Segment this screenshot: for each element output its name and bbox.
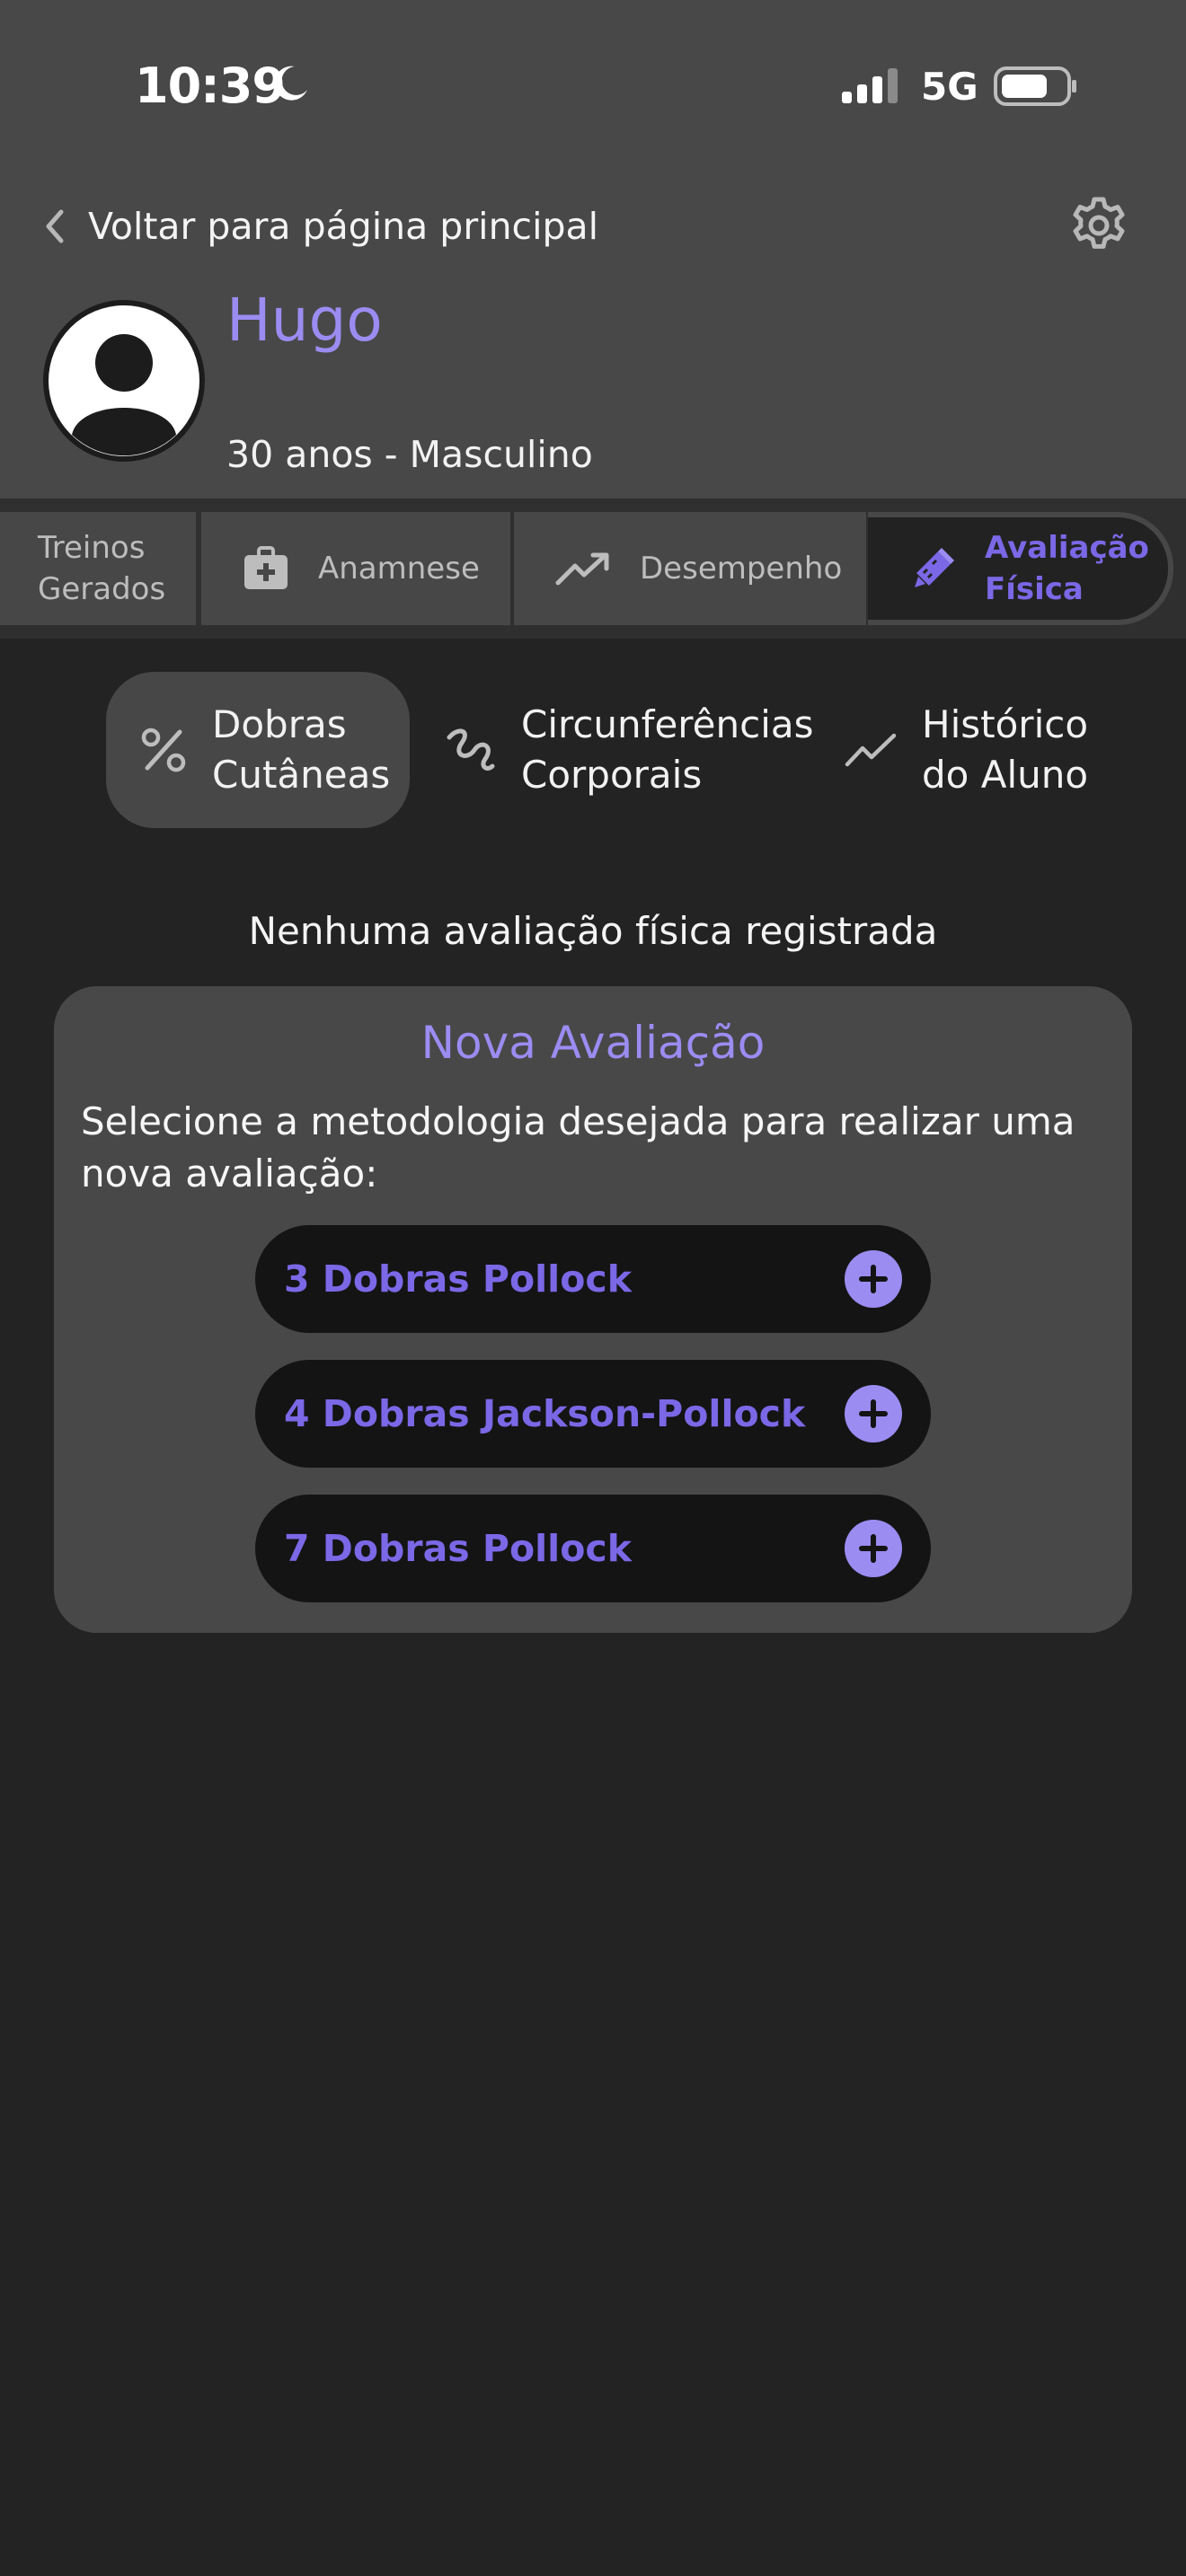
- avatar: [43, 300, 205, 462]
- trending-up-icon: [555, 552, 609, 586]
- tab-desempenho[interactable]: Desempenho: [514, 512, 866, 625]
- tab-bar: Treinos Gerados Anamnese Desempenho Aval…: [0, 498, 1186, 639]
- tab-label: Desempenho: [640, 551, 843, 587]
- subtab-label: Circunferências Corporais: [521, 702, 814, 797]
- subtab-bar: Dobras Cutâneas Circunferências Corporai…: [0, 672, 1186, 830]
- status-time: 10:39: [135, 57, 286, 114]
- header: 10:39 5G Voltar para página principal Hu…: [0, 0, 1186, 498]
- tab-label: Avaliação Física: [985, 530, 1149, 607]
- plus-circle-icon: [845, 1385, 902, 1442]
- tab-anamnese[interactable]: Anamnese: [201, 512, 510, 625]
- plus-circle-icon: [845, 1520, 902, 1577]
- tab-treinos-gerados[interactable]: Treinos Gerados: [0, 512, 196, 625]
- subtab-dobras-cutaneas[interactable]: Dobras Cutâneas: [106, 672, 410, 828]
- new-evaluation-card: Nova Avaliação Selecione a metodologia d…: [54, 986, 1132, 1633]
- moon-icon: [274, 66, 307, 101]
- subtab-label: Dobras Cutâneas: [212, 702, 391, 797]
- medical-kit-icon: [244, 546, 288, 589]
- pencil-ruler-icon: [915, 548, 954, 587]
- method-label: 7 Dobras Pollock: [284, 1527, 632, 1570]
- signal-icon: [842, 68, 898, 103]
- user-icon: [49, 305, 199, 456]
- card-title: Nova Avaliação: [420, 1017, 766, 1069]
- measuring-tape-icon: [447, 728, 495, 771]
- method-button-3-dobras-pollock[interactable]: 3 Dobras Pollock: [255, 1225, 931, 1333]
- card-description: Selecione a metodologia desejada para re…: [81, 1099, 1075, 1195]
- method-label: 3 Dobras Pollock: [284, 1257, 632, 1301]
- subtab-label: Histórico do Aluno: [922, 702, 1089, 797]
- chart-line-icon: [845, 733, 897, 767]
- empty-state-message: Nenhuma avaliação física registrada: [248, 909, 938, 953]
- back-link[interactable]: Voltar para página principal: [43, 199, 598, 253]
- method-label: 4 Dobras Jackson-Pollock: [284, 1392, 806, 1435]
- battery-icon: [994, 66, 1076, 106]
- plus-circle-icon: [845, 1250, 902, 1308]
- profile-name: Hugo: [226, 286, 383, 355]
- profile-details: 30 anos - Masculino: [226, 433, 593, 476]
- tab-avaliacao-fisica[interactable]: Avaliação Física: [868, 512, 1173, 625]
- chevron-left-icon: [46, 209, 64, 243]
- network-type: 5G: [921, 65, 978, 109]
- method-button-7-dobras-pollock[interactable]: 7 Dobras Pollock: [255, 1495, 931, 1602]
- subtab-historico[interactable]: Histórico do Aluno: [845, 672, 1141, 828]
- back-label: Voltar para página principal: [88, 205, 599, 248]
- percent-icon: [141, 728, 186, 772]
- method-button-4-dobras-jackson-pollock[interactable]: 4 Dobras Jackson-Pollock: [255, 1360, 931, 1468]
- tab-label: Treinos Gerados: [38, 530, 166, 607]
- gear-icon[interactable]: [1069, 196, 1128, 255]
- tab-label: Anamnese: [318, 551, 480, 587]
- subtab-circunferencias[interactable]: Circunferências Corporais: [437, 672, 814, 828]
